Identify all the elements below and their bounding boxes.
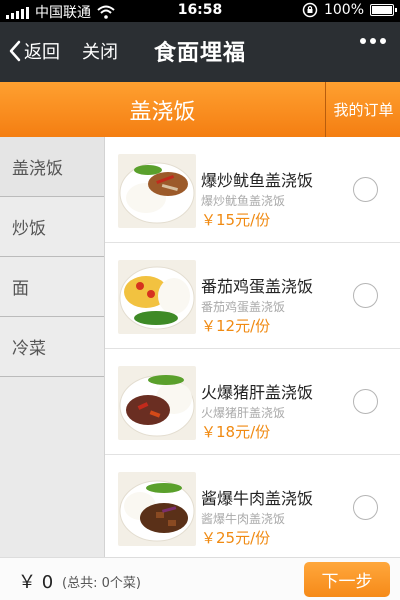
category-sidebar: 盖浇饭 炒饭 面 冷菜 [0, 137, 105, 557]
dish-subtitle: 爆炒鱿鱼盖浇饭 [201, 194, 286, 208]
select-radio[interactable] [353, 283, 378, 308]
tab-divider [325, 82, 326, 137]
dish-name: 火爆猪肝盖浇饭 [201, 383, 314, 402]
chevron-left-icon [9, 40, 21, 62]
list-item[interactable]: 酱爆牛肉盖浇饭 酱爆牛肉盖浇饭 ￥25元/份 [105, 455, 400, 557]
cart-summary: (总共: 0个菜) [62, 576, 141, 591]
dish-thumbnail [118, 472, 196, 546]
select-radio[interactable] [353, 177, 378, 202]
dish-price: ￥25元/份 [201, 529, 271, 547]
dish-price: ￥18元/份 [201, 423, 271, 441]
status-bar: 中国联通 16:58 100% [0, 0, 400, 22]
dish-list: 爆炒鱿鱼盖浇饭 爆炒鱿鱼盖浇饭 ￥15元/份 番茄鸡蛋盖浇饭 番茄鸡蛋盖浇饭 ￥… [105, 137, 400, 557]
list-item[interactable]: 爆炒鱿鱼盖浇饭 爆炒鱿鱼盖浇饭 ￥15元/份 [105, 137, 400, 243]
select-radio[interactable] [353, 495, 378, 520]
dish-name: 酱爆牛肉盖浇饭 [201, 489, 314, 508]
nav-bar: 返回 关闭 食面埋福 [0, 22, 400, 82]
dish-price: ￥12元/份 [201, 317, 271, 335]
dish-subtitle: 番茄鸡蛋盖浇饭 [201, 300, 286, 314]
battery-icon [370, 4, 397, 16]
dish-thumbnail [118, 366, 196, 440]
close-button[interactable]: 关闭 [82, 38, 118, 64]
status-right: 100% [302, 2, 397, 18]
list-item[interactable]: 番茄鸡蛋盖浇饭 番茄鸡蛋盖浇饭 ￥12元/份 [105, 243, 400, 349]
dish-name: 爆炒鱿鱼盖浇饭 [201, 171, 314, 190]
tab-my-orders[interactable]: 我的订单 [327, 82, 400, 137]
cart-bar: ￥ 0 (总共: 0个菜) 下一步 [0, 557, 400, 600]
dish-thumbnail [118, 260, 196, 334]
sidebar-item-lengcai[interactable]: 冷菜 [0, 317, 104, 377]
dish-subtitle: 火爆猪肝盖浇饭 [201, 406, 286, 420]
dish-price: ￥15元/份 [201, 211, 271, 229]
select-radio[interactable] [353, 389, 378, 414]
sidebar-item-mian[interactable]: 面 [0, 257, 104, 317]
sidebar-item-chaofan[interactable]: 炒饭 [0, 197, 104, 257]
back-button[interactable]: 返回 [8, 38, 60, 64]
next-step-button[interactable]: 下一步 [304, 562, 390, 597]
dish-subtitle: 酱爆牛肉盖浇饭 [201, 512, 286, 526]
cart-total: ￥ 0 [18, 572, 54, 593]
list-item[interactable]: 火爆猪肝盖浇饭 火爆猪肝盖浇饭 ￥18元/份 [105, 349, 400, 455]
back-label: 返回 [24, 42, 60, 63]
more-dots-icon[interactable] [360, 38, 386, 44]
rotation-lock-icon [302, 2, 318, 18]
battery-percent: 100% [323, 2, 364, 18]
tab-current-category[interactable]: 盖浇饭 [0, 82, 325, 137]
dish-thumbnail [118, 154, 196, 228]
dish-name: 番茄鸡蛋盖浇饭 [201, 277, 314, 296]
page-title: 食面埋福 [153, 41, 246, 66]
sidebar-item-gaijiaofan[interactable]: 盖浇饭 [0, 137, 104, 197]
category-header: 盖浇饭 我的订单 [0, 82, 400, 137]
